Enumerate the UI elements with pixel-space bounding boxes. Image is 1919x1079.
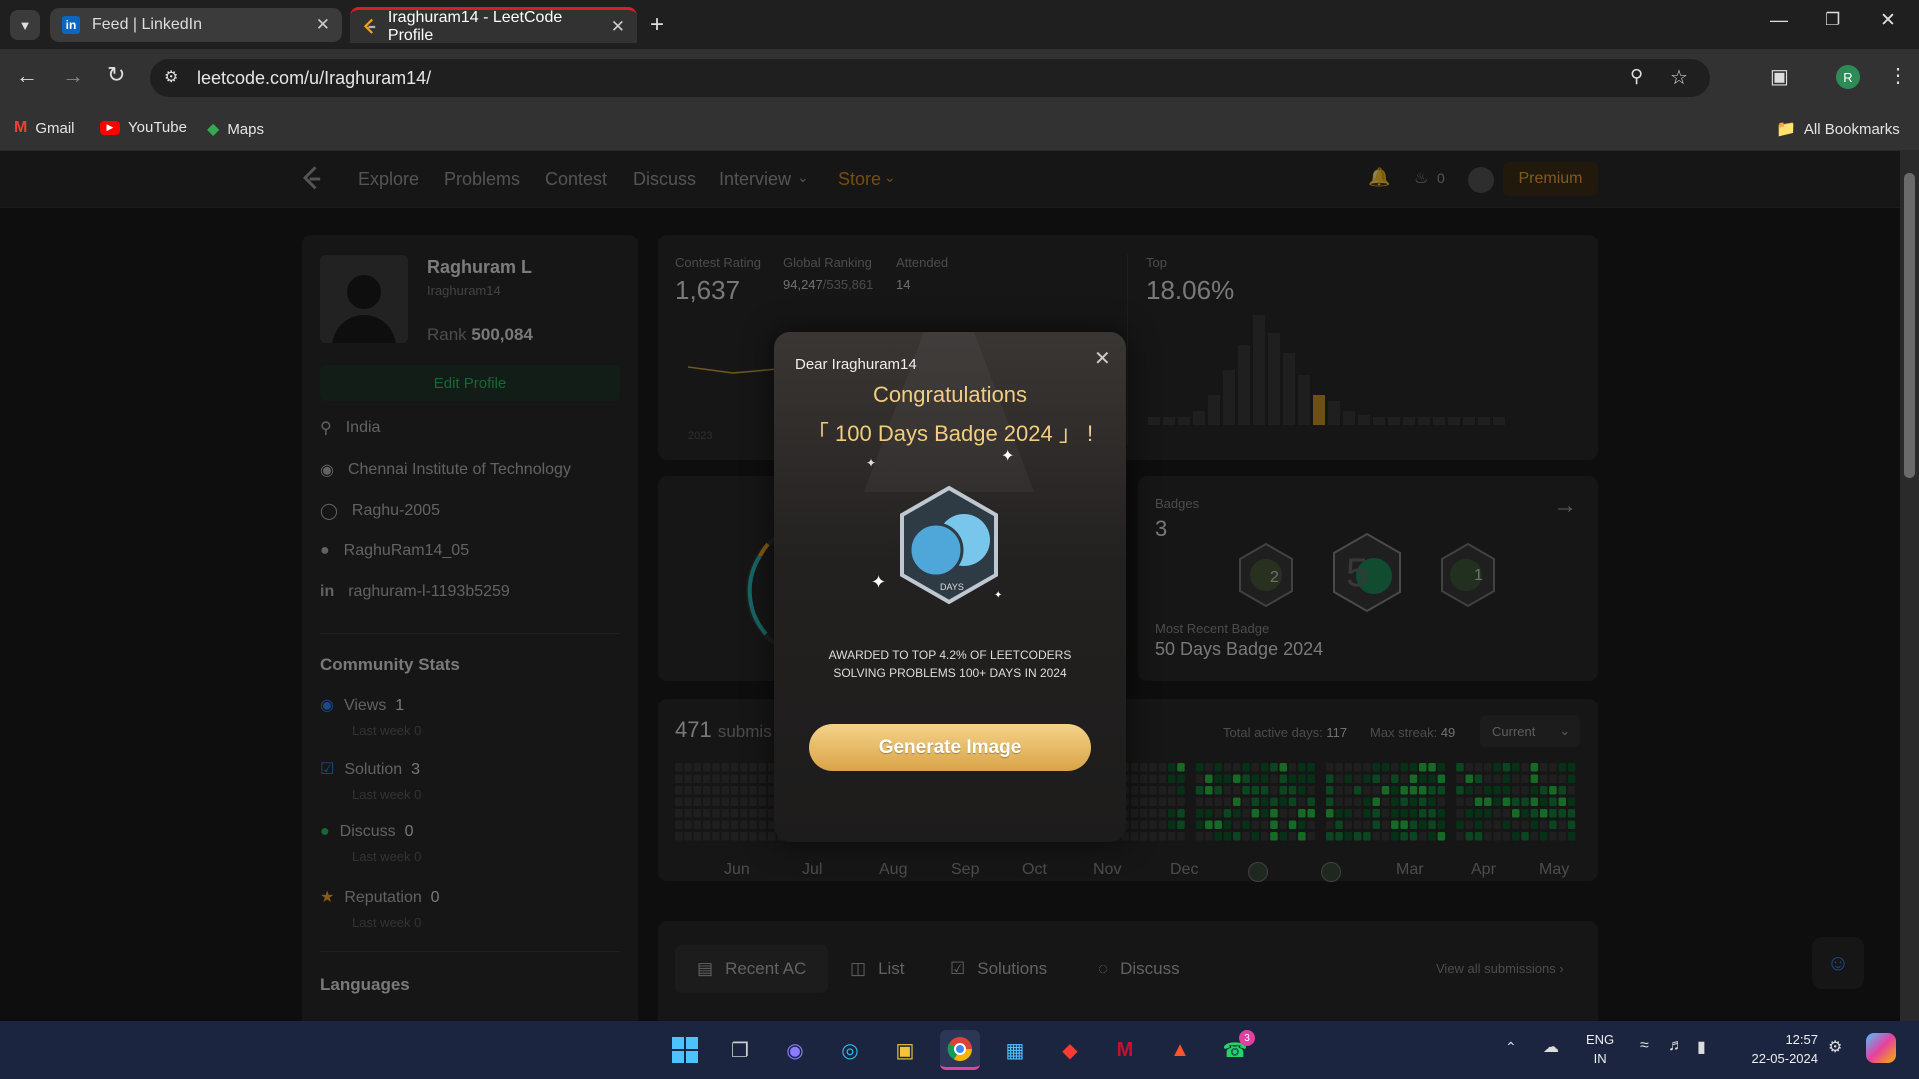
page-scrollbar[interactable]: [1900, 151, 1919, 1021]
sparkle-icon: ✦: [1001, 448, 1015, 465]
tab-title: Feed | LinkedIn: [92, 16, 203, 33]
gmail-icon: M: [14, 119, 28, 136]
bookmark-star-icon[interactable]: ☆: [1670, 65, 1688, 90]
menu-icon[interactable]: ⋮: [1888, 63, 1908, 88]
folder-icon: 📁: [1776, 121, 1796, 138]
tab-search-button[interactable]: ▼: [10, 10, 40, 40]
mcafee-icon[interactable]: M: [1105, 1030, 1145, 1070]
back-button[interactable]: ←: [16, 63, 38, 89]
close-icon[interactable]: ✕: [316, 15, 330, 35]
address-bar[interactable]: ⚙ leetcode.com/u/Iraghuram14/ ☆ ⚲: [150, 59, 1710, 97]
tab-linkedin[interactable]: in Feed | LinkedIn ✕: [50, 8, 342, 42]
congratulations-modal: Dear Iraghuram14 ✕ Congratulations 「 100…: [774, 332, 1126, 842]
linkedin-icon: in: [62, 16, 80, 34]
notification-badge: 3: [1239, 1030, 1255, 1046]
edge-browser-icon[interactable]: ◎: [830, 1030, 870, 1070]
windows-start-icon[interactable]: [665, 1030, 705, 1070]
whatsapp-icon[interactable]: ☎ 3: [1215, 1030, 1255, 1070]
tab-title: Iraghuram14 - LeetCode Profile: [387, 8, 563, 44]
clock-date: 22-05-2024: [1751, 1051, 1819, 1066]
language-indicator[interactable]: ENG IN: [1586, 1030, 1614, 1068]
bookmarks-bar: M Gmail ▶ YouTube ◆ Maps 📁 All Bookmarks: [0, 107, 1919, 151]
volume-icon[interactable]: ♬: [1668, 1037, 1684, 1055]
modal-congrats-title: Congratulations: [872, 382, 1028, 407]
task-view-icon[interactable]: ❐: [720, 1030, 760, 1070]
reload-button[interactable]: ↻: [107, 62, 125, 88]
browser-toolbar: ← → ↻ ⚙ leetcode.com/u/Iraghuram14/ ☆ ⚲ …: [0, 49, 1919, 107]
onedrive-cloud-icon[interactable]: ☁: [1543, 1037, 1559, 1057]
browser-tab-strip: ▼ in Feed | LinkedIn ✕ Iraghuram14 - Lee…: [0, 0, 1919, 49]
bookmark-maps[interactable]: ◆ Maps: [207, 119, 264, 139]
close-icon[interactable]: ✕: [611, 17, 625, 37]
bookmark-label: YouTube: [128, 119, 187, 136]
tab-leetcode[interactable]: Iraghuram14 - LeetCode Profile ✕: [350, 7, 637, 44]
region-code: IN: [1593, 1051, 1607, 1066]
minimize-button[interactable]: —: [1770, 10, 1788, 31]
award-line: AWARDED TO TOP 4.2% OF LEETCODERS: [828, 648, 1072, 662]
award-line: SOLVING PROBLEMS 100+ DAYS IN 2024: [833, 666, 1067, 680]
badge-days-text: DAYS: [940, 582, 964, 592]
modal-greeting: Dear Iraghuram14: [795, 356, 917, 373]
chrome-icon[interactable]: [940, 1030, 980, 1070]
100-days-badge-icon: DAYS: [900, 485, 998, 605]
url-text[interactable]: leetcode.com/u/Iraghuram14/: [197, 68, 431, 89]
close-icon[interactable]: ✕: [1094, 346, 1111, 371]
maps-icon: ◆: [207, 121, 220, 138]
scrollbar-thumb[interactable]: [1904, 173, 1915, 478]
bookmark-gmail[interactable]: M Gmail: [14, 119, 75, 137]
zoom-icon[interactable]: ⚲: [1630, 66, 1643, 87]
copilot-icon[interactable]: [1866, 1033, 1896, 1063]
sparkle-icon: ✦: [871, 572, 887, 592]
generate-image-button[interactable]: Generate Image: [809, 724, 1091, 771]
anydesk-icon[interactable]: ◆: [1050, 1030, 1090, 1070]
sparkle-icon: ✦: [866, 456, 877, 470]
new-tab-button[interactable]: +: [650, 11, 664, 39]
sparkle-icon: ✦: [994, 590, 1003, 601]
brave-browser-icon[interactable]: ▲: [1160, 1030, 1200, 1070]
close-window-button[interactable]: ✕: [1880, 9, 1896, 32]
clock[interactable]: 12:57 22-05-2024: [1738, 1030, 1819, 1068]
restore-button[interactable]: ❐: [1825, 10, 1840, 30]
bookmark-label: Maps: [227, 120, 264, 138]
site-info-icon[interactable]: ⚙: [164, 67, 178, 87]
windows-taskbar: ❐ ◉ ◎ ▣ ▦ ◆ M ▲ ☎ 3 ⌃ ☁ ENG IN ≈ ♬ ▮ 12:…: [0, 1021, 1919, 1079]
wifi-icon[interactable]: ≈: [1640, 1037, 1649, 1055]
youtube-icon: ▶: [100, 120, 120, 135]
profile-avatar[interactable]: R: [1836, 65, 1860, 89]
forward-button[interactable]: →: [62, 63, 84, 89]
teams-chat-icon[interactable]: ◉: [775, 1030, 815, 1070]
modal-badge-name: 「 100 Days Badge 2024 」 !: [806, 421, 1094, 446]
clock-time: 12:57: [1785, 1032, 1818, 1047]
extensions-icon[interactable]: ▣: [1770, 64, 1789, 89]
bookmark-youtube[interactable]: ▶ YouTube: [100, 119, 187, 136]
notification-center-icon[interactable]: ⚙: [1828, 1037, 1842, 1057]
all-bookmarks[interactable]: 📁 All Bookmarks: [1776, 119, 1900, 139]
award-description: AWARDED TO TOP 4.2% OF LEETCODERS SOLVIN…: [774, 646, 1126, 682]
battery-icon[interactable]: ▮: [1697, 1037, 1706, 1057]
file-explorer-icon[interactable]: ▣: [885, 1030, 925, 1070]
language-code: ENG: [1586, 1032, 1615, 1047]
bookmark-label: Gmail: [35, 119, 75, 137]
bookmark-label: All Bookmarks: [1803, 120, 1900, 138]
chevron-up-icon[interactable]: ⌃: [1505, 1039, 1517, 1056]
leetcode-icon: [363, 18, 376, 34]
microsoft-store-icon[interactable]: ▦: [995, 1030, 1035, 1070]
